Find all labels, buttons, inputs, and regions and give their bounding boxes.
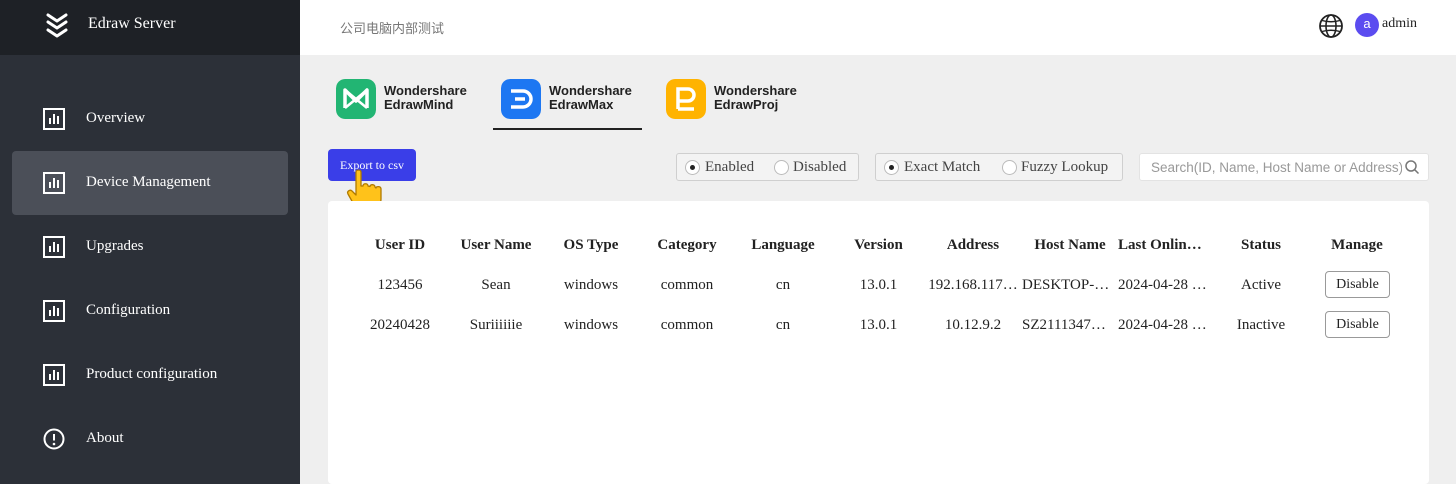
cell-host-name: SZ2111347… — [1022, 317, 1106, 333]
edrawproj-logo-icon — [666, 79, 706, 119]
column-header[interactable]: User Name — [452, 237, 540, 254]
chart-bar-icon — [43, 300, 65, 322]
product-brand: Wondershare — [549, 83, 632, 98]
column-header[interactable]: OS Type — [550, 237, 632, 254]
radio-fuzzy-lookup[interactable] — [1002, 160, 1017, 175]
product-name: EdrawProj — [714, 97, 779, 112]
edrawmax-logo-icon — [501, 79, 541, 119]
cell-language: cn — [775, 317, 791, 333]
column-header[interactable]: Version — [839, 237, 918, 254]
sidebar-item-label: Configuration — [86, 302, 171, 318]
product-name: EdrawMind — [384, 97, 454, 112]
edrawmind-logo-icon — [336, 79, 376, 119]
radio-label-enabled[interactable]: Enabled — [705, 159, 754, 176]
column-header[interactable]: Category — [642, 237, 732, 254]
sidebar-item-upgrades[interactable]: Upgrades — [12, 215, 288, 279]
radio-enabled[interactable] — [685, 160, 700, 175]
radio-label-fuzzy-lookup[interactable]: Fuzzy Lookup — [1021, 159, 1108, 176]
avatar[interactable]: a — [1355, 13, 1379, 37]
sidebar-item-label: Device Management — [86, 174, 211, 190]
product-brand: Wondershare — [714, 83, 797, 98]
info-circle-icon — [43, 428, 65, 450]
sidebar-item-configuration[interactable]: Configuration — [12, 279, 288, 343]
cell-category: common — [660, 317, 714, 333]
sidebar-item-label: About — [86, 430, 124, 446]
product-name: EdrawMax — [549, 97, 614, 112]
match-filter: Exact Match Fuzzy Lookup — [875, 153, 1123, 181]
sidebar-item-label: Overview — [86, 110, 146, 126]
cell-user-name: Sean — [481, 277, 511, 293]
username[interactable]: admin — [1382, 16, 1417, 32]
sidebar-item-overview[interactable]: Overview — [12, 87, 288, 151]
chart-bar-icon — [43, 108, 65, 130]
cell-last-online: 2024-04-28 … — [1118, 317, 1207, 333]
cell-version: 13.0.1 — [859, 277, 898, 293]
product-brand: Wondershare — [384, 83, 467, 98]
cell-language: cn — [775, 277, 791, 293]
sidebar-item-about[interactable]: About — [12, 407, 288, 471]
radio-label-disabled[interactable]: Disabled — [793, 159, 846, 176]
radio-label-exact-match[interactable]: Exact Match — [904, 159, 980, 176]
radio-exact-match[interactable] — [884, 160, 899, 175]
cell-version: 13.0.1 — [859, 317, 898, 333]
cell-os-type: windows — [563, 277, 619, 293]
globe-icon[interactable] — [1318, 13, 1344, 39]
tab-edrawmax[interactable]: Wondershare EdrawMax — [493, 78, 642, 130]
sidebar-item-label: Upgrades — [86, 238, 144, 254]
brand-bar: Edraw Server — [0, 0, 300, 55]
sidebar-item-device-management[interactable]: Device Management — [12, 151, 288, 215]
radio-disabled[interactable] — [774, 160, 789, 175]
app-name: Edraw Server — [88, 15, 176, 32]
cell-user-name: Suriiiiiie — [469, 317, 523, 333]
column-header[interactable]: Manage — [1314, 237, 1400, 254]
device-table: User ID User Name OS Type Category Langu… — [328, 201, 1429, 484]
cell-os-type: windows — [563, 317, 619, 333]
cell-user-id: 20240428 — [370, 317, 430, 333]
chart-bar-icon — [43, 364, 65, 386]
cell-status: Active — [1241, 277, 1281, 293]
column-header[interactable]: Host Name — [1022, 237, 1118, 254]
tab-edrawmind[interactable]: Wondershare EdrawMind — [336, 78, 476, 130]
search-input[interactable] — [1139, 153, 1429, 181]
tab-edrawproj[interactable]: Wondershare EdrawProj — [666, 78, 806, 130]
chart-bar-icon — [43, 236, 65, 258]
cell-last-online: 2024-04-28 … — [1118, 277, 1207, 293]
disable-button[interactable]: Disable — [1325, 271, 1390, 298]
edraw-logo-icon — [46, 13, 68, 38]
sidebar: Edraw Server Overview Device Management … — [0, 0, 300, 484]
status-filter: Enabled Disabled — [676, 153, 859, 181]
sidebar-item-product-configuration[interactable]: Product configuration — [12, 343, 288, 407]
column-header[interactable]: Status — [1218, 237, 1304, 254]
top-header: 公司电脑内部测试 a admin — [300, 0, 1456, 55]
column-header[interactable]: User ID — [360, 237, 440, 254]
disable-button[interactable]: Disable — [1325, 311, 1390, 338]
cell-user-id: 123456 — [377, 277, 423, 293]
sidebar-item-label: Product configuration — [86, 366, 218, 382]
cell-status: Inactive — [1236, 317, 1286, 333]
chart-bar-icon — [43, 172, 65, 194]
page-title: 公司电脑内部测试 — [340, 22, 445, 37]
cell-address: 10.12.9.2 — [944, 317, 1002, 333]
cell-address: 192.168.117… — [928, 277, 1018, 293]
column-header[interactable]: Language — [740, 237, 826, 254]
column-header[interactable]: Address — [924, 237, 1022, 254]
search-icon[interactable] — [1404, 159, 1420, 175]
cell-category: common — [660, 277, 714, 293]
column-header[interactable]: Last Onlin… — [1118, 237, 1216, 254]
cell-host-name: DESKTOP-… — [1022, 277, 1110, 293]
